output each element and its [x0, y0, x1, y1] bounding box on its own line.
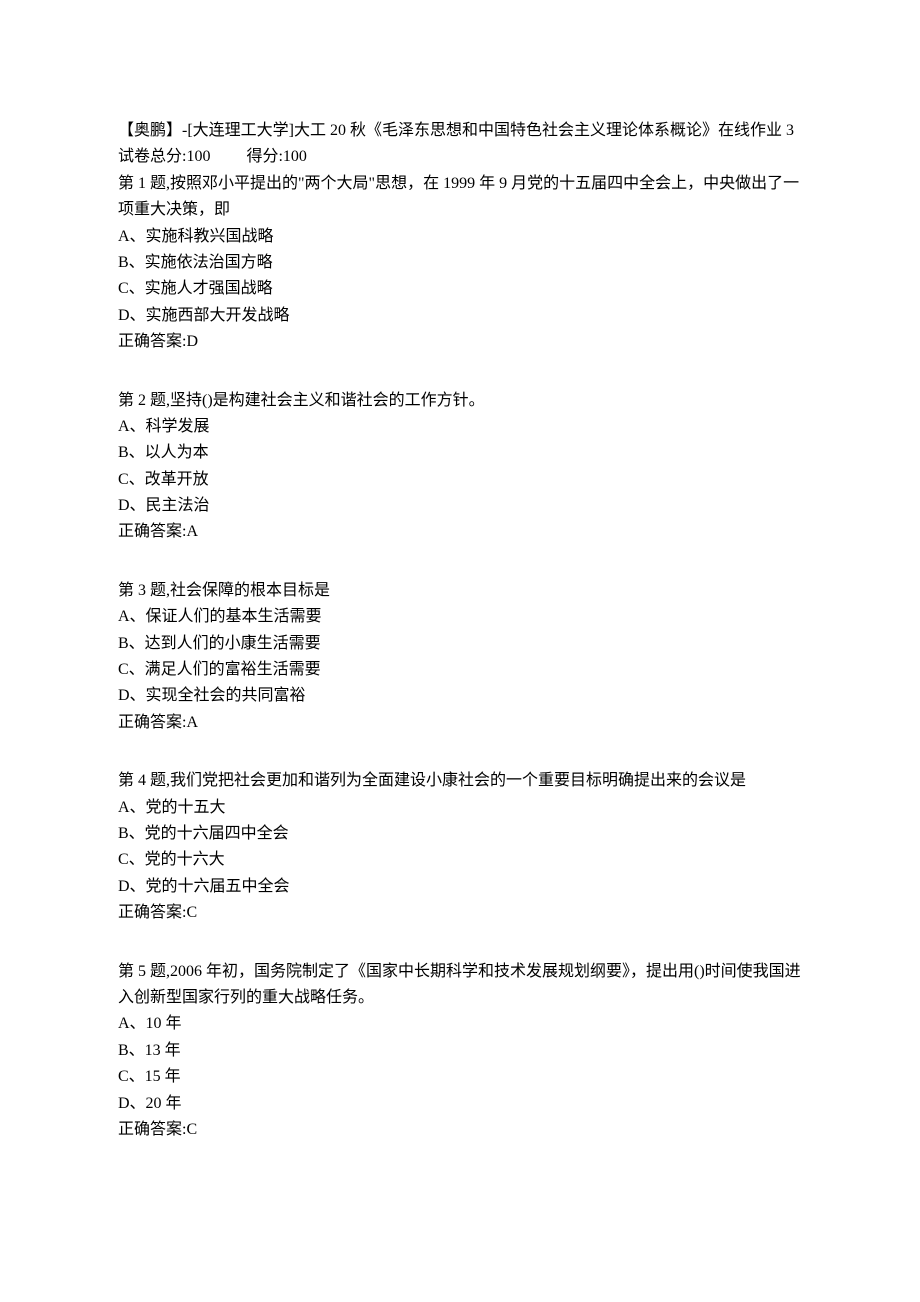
question-stem: 第 4 题,我们党把社会更加和谐列为全面建设小康社会的一个重要目标明确提出来的会… — [118, 768, 802, 794]
answer: 正确答案:C — [118, 900, 802, 926]
option-d: D、党的十六届五中全会 — [118, 874, 802, 900]
option-b: B、达到人们的小康生活需要 — [118, 631, 802, 657]
option-d: D、实施西部大开发战略 — [118, 303, 802, 329]
option-b: B、实施依法治国方略 — [118, 250, 802, 276]
answer: 正确答案:D — [118, 329, 802, 355]
question-stem: 第 1 题,按照邓小平提出的"两个大局"思想，在 1999 年 9 月党的十五届… — [118, 171, 802, 224]
answer: 正确答案:A — [118, 710, 802, 736]
option-a: A、保证人们的基本生活需要 — [118, 604, 802, 630]
option-c: C、改革开放 — [118, 467, 802, 493]
answer: 正确答案:A — [118, 519, 802, 545]
option-a: A、科学发展 — [118, 414, 802, 440]
option-a: A、实施科教兴国战略 — [118, 224, 802, 250]
document-page: 【奥鹏】-[大连理工大学]大工 20 秋《毛泽东思想和中国特色社会主义理论体系概… — [0, 0, 920, 1203]
option-c: C、党的十六大 — [118, 847, 802, 873]
option-c: C、15 年 — [118, 1064, 802, 1090]
option-d: D、实现全社会的共同富裕 — [118, 683, 802, 709]
option-b: B、以人为本 — [118, 440, 802, 466]
score-line: 试卷总分:100 得分:100 — [118, 144, 802, 170]
option-c: C、满足人们的富裕生活需要 — [118, 657, 802, 683]
option-d: D、民主法治 — [118, 493, 802, 519]
question-stem: 第 3 题,社会保障的根本目标是 — [118, 578, 802, 604]
obtained-score: 得分:100 — [246, 148, 306, 165]
total-score: 试卷总分:100 — [118, 148, 210, 165]
option-c: C、实施人才强国战略 — [118, 276, 802, 302]
question-stem: 第 5 题,2006 年初，国务院制定了《国家中长期科学和技术发展规划纲要》，提… — [118, 959, 802, 1012]
option-a: A、党的十五大 — [118, 795, 802, 821]
option-b: B、13 年 — [118, 1038, 802, 1064]
option-d: D、20 年 — [118, 1091, 802, 1117]
option-a: A、10 年 — [118, 1011, 802, 1037]
answer: 正确答案:C — [118, 1117, 802, 1143]
document-title: 【奥鹏】-[大连理工大学]大工 20 秋《毛泽东思想和中国特色社会主义理论体系概… — [118, 118, 802, 144]
option-b: B、党的十六届四中全会 — [118, 821, 802, 847]
question-stem: 第 2 题,坚持()是构建社会主义和谐社会的工作方针。 — [118, 388, 802, 414]
